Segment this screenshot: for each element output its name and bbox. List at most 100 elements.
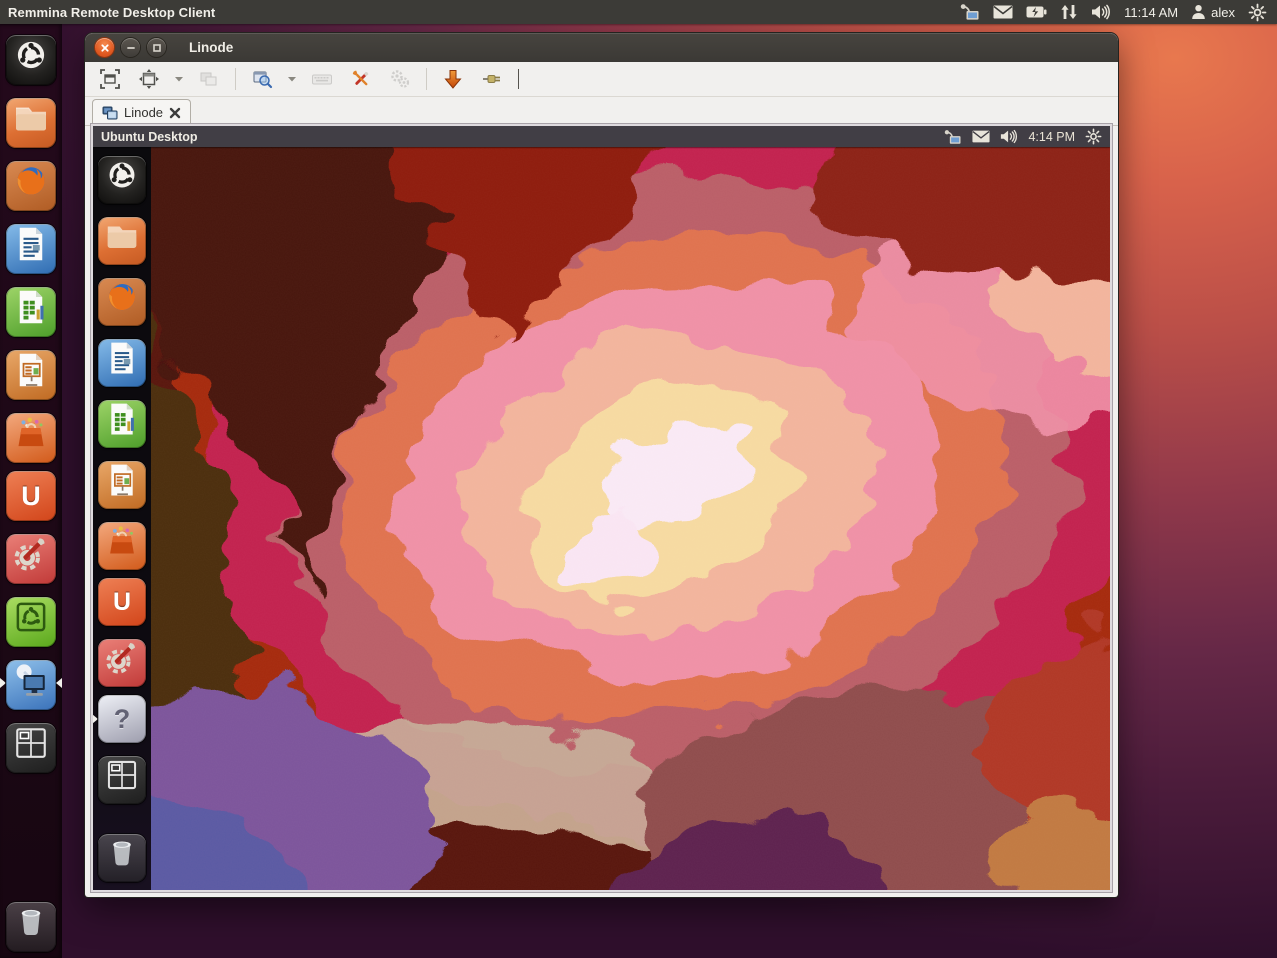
close-button[interactable]: [95, 38, 114, 57]
remote-launcher-item-libreoffice-calc[interactable]: [98, 400, 146, 448]
calc-spreadsheet-icon: [103, 400, 141, 438]
launcher-item-trash[interactable]: [6, 902, 56, 952]
remote-focused-slot: ?: [98, 695, 146, 743]
launcher-item-libreoffice-calc[interactable]: [6, 287, 56, 337]
remote-launcher-item-trash[interactable]: [98, 834, 146, 882]
disconnect-button[interactable]: [477, 66, 507, 92]
remote-clock[interactable]: 4:14 PM: [1028, 130, 1075, 144]
tab-linode[interactable]: Linode: [92, 99, 191, 125]
software-center-bag-icon: [11, 413, 51, 453]
ubuntu-one-letter: U: [98, 578, 146, 626]
remote-launcher-item-libreoffice-writer[interactable]: [98, 339, 146, 387]
scaled-mode-button[interactable]: [247, 66, 277, 92]
gears-icon: [389, 68, 411, 90]
tab-bar: Linode: [85, 97, 1118, 126]
settings-tools-icon: [11, 534, 51, 574]
remote-launcher-item-firefox[interactable]: [98, 278, 146, 326]
launcher-item-libreoffice-impress[interactable]: [6, 350, 56, 400]
session-gear-icon[interactable]: [1248, 3, 1267, 22]
mail-indicator-icon[interactable]: [993, 5, 1013, 19]
remote-session-gear-icon[interactable]: [1085, 128, 1102, 145]
remote-desktop-indicator-icon[interactable]: [943, 129, 962, 145]
chevron-down-icon: [288, 76, 296, 82]
remote-desktop-indicator-icon[interactable]: [959, 3, 980, 21]
remote-launcher-item-home-folder[interactable]: [98, 217, 146, 265]
remote-launcher-item-dash-home[interactable]: [98, 156, 146, 204]
remote-tray: 4:14 PM: [943, 128, 1110, 145]
host-desktop[interactable]: Remmina Remote Desktop Client 11:14 AM a…: [0, 0, 1277, 958]
fit-window-icon: [138, 68, 160, 90]
user-menu[interactable]: alex: [1191, 4, 1235, 20]
writer-document-icon: [103, 339, 141, 377]
fit-window-button[interactable]: [134, 66, 164, 92]
app-title: Remmina Remote Desktop Client: [0, 5, 215, 20]
remote-launcher-item-unknown-window[interactable]: ?: [98, 695, 146, 743]
remote-launcher-item-system-settings[interactable]: [98, 639, 146, 687]
remote-launcher-item-software-center[interactable]: [98, 522, 146, 570]
remmina-slot: [6, 655, 56, 710]
iconify-button[interactable]: [438, 66, 468, 92]
remote-launcher-item-libreoffice-impress[interactable]: [98, 461, 146, 509]
remmina-window: Linode Linode: [85, 33, 1118, 897]
launcher-item-libreoffice-writer[interactable]: [6, 224, 56, 274]
minimize-button[interactable]: [121, 38, 140, 57]
network-traffic-indicator-icon[interactable]: [1060, 4, 1078, 20]
launcher-item-dash-home[interactable]: [6, 35, 56, 85]
window-titlebar[interactable]: Linode: [85, 33, 1118, 62]
remote-launcher-item-ubuntu-one[interactable]: U: [98, 578, 146, 626]
host-tray: 11:14 AM alex: [959, 3, 1277, 22]
launcher-item-system-settings[interactable]: [6, 534, 56, 584]
trash-can-icon: [103, 834, 141, 872]
tab-label: Linode: [124, 105, 163, 120]
keyboard-grab-button[interactable]: [307, 66, 337, 92]
scaled-mode-options-button[interactable]: [286, 66, 298, 92]
ubuntu-logo-icon: [11, 35, 51, 75]
firefox-icon: [103, 278, 141, 316]
window-title: Linode: [189, 40, 233, 55]
trash-can-icon: [11, 902, 51, 942]
maximize-icon: [152, 43, 162, 53]
battery-indicator-icon[interactable]: [1026, 6, 1047, 18]
impress-presentation-icon: [11, 350, 51, 390]
minimize-icon: [126, 43, 136, 53]
scale-magnifier-icon: [251, 68, 273, 90]
tab-close-icon[interactable]: [169, 107, 181, 119]
launcher-item-remmina[interactable]: [6, 660, 56, 710]
remmina-icon: [11, 660, 51, 700]
host-top-panel: Remmina Remote Desktop Client 11:14 AM a…: [0, 0, 1277, 24]
remmina-toolbar: [85, 62, 1118, 97]
plug-icon: [481, 68, 503, 90]
writer-document-icon: [11, 224, 51, 264]
remote-desktop: Ubuntu Desktop 4:14 PM: [93, 126, 1110, 890]
preferences-button[interactable]: [385, 66, 415, 92]
close-icon: [100, 43, 110, 53]
volume-indicator-icon[interactable]: [1000, 129, 1018, 144]
launcher-item-software-updater[interactable]: [6, 597, 56, 647]
fullscreen-icon: [99, 68, 121, 90]
mail-indicator-icon[interactable]: [972, 130, 990, 143]
remote-viewport: Ubuntu Desktop 4:14 PM: [91, 124, 1112, 892]
launcher-item-home-folder[interactable]: [6, 98, 56, 148]
maximize-button[interactable]: [147, 38, 166, 57]
user-icon: [1191, 4, 1206, 20]
launcher-item-software-center[interactable]: [6, 413, 56, 463]
fit-window-options-button[interactable]: [173, 66, 185, 92]
question-mark: ?: [98, 695, 146, 743]
tools-button[interactable]: [346, 66, 376, 92]
launcher-item-workspace-switcher[interactable]: [6, 723, 56, 773]
tools-wrench-icon: [350, 68, 372, 90]
toolbar-separator: [426, 68, 427, 90]
remote-launcher-item-workspace-switcher[interactable]: [98, 756, 146, 804]
user-name: alex: [1211, 5, 1235, 20]
launcher-item-ubuntu-one[interactable]: U: [6, 471, 56, 521]
volume-indicator-icon[interactable]: [1091, 4, 1111, 20]
duplicate-connection-button[interactable]: [194, 66, 224, 92]
remote-panel-title: Ubuntu Desktop: [93, 130, 198, 144]
focused-indicator-arrow: [56, 678, 62, 688]
text-cursor: [518, 69, 519, 89]
workspace-grid-icon: [11, 723, 51, 763]
host-clock[interactable]: 11:14 AM: [1124, 5, 1178, 20]
remote-wallpaper[interactable]: [93, 147, 1110, 890]
launcher-item-firefox[interactable]: [6, 161, 56, 211]
fullscreen-button[interactable]: [95, 66, 125, 92]
